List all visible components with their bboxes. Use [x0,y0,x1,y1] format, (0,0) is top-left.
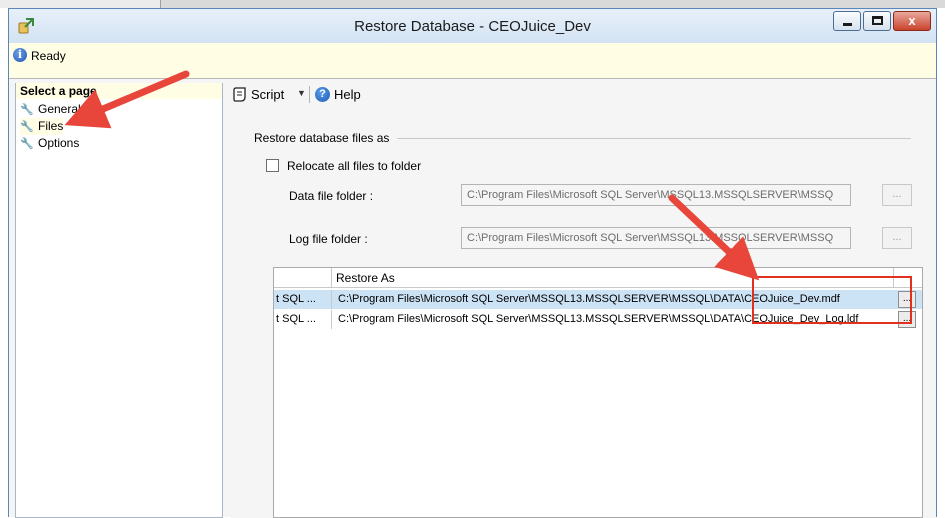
log-folder-label: Log file folder : [289,232,368,246]
close-icon: x [908,13,916,28]
page-item-label: General [38,102,81,116]
select-page-pane: Select a page 🔧 General 🔧 Files 🔧 Options [15,83,223,518]
data-folder-input[interactable]: C:\Program Files\Microsoft SQL Server\MS… [461,184,851,206]
page-item-label: Options [38,136,80,150]
background-strip [0,0,945,8]
toolbar: Script ▼ ? Help [231,83,936,107]
relocate-checkbox[interactable] [266,159,279,172]
status-text: Ready [31,49,66,63]
log-folder-input[interactable]: C:\Program Files\Microsoft SQL Server\MS… [461,227,851,249]
status-bar: i Ready [9,43,936,79]
title-bar[interactable]: Restore Database - CEOJuice_Dev x [9,9,936,43]
window-title: Restore Database - CEOJuice_Dev [354,18,591,35]
data-folder-label: Data file folder : [289,189,374,203]
toolbar-divider [309,86,310,103]
wrench-icon: 🔧 [20,138,34,150]
close-button[interactable]: x [893,11,931,31]
select-page-heading: Select a page [16,83,222,99]
original-file-cell: t SQL ... [274,290,332,309]
page-item-general[interactable]: 🔧 General [20,101,81,118]
minimize-button[interactable] [833,11,861,31]
column-header-original[interactable] [274,268,332,287]
chevron-down-icon[interactable]: ▼ [297,88,306,98]
help-icon[interactable]: ? [315,87,330,102]
original-file-cell: t SQL ... [274,310,332,329]
restore-database-window: Restore Database - CEOJuice_Dev x i Read… [8,8,937,518]
info-icon: i [13,48,27,62]
script-icon[interactable] [233,87,247,102]
background-tab [0,0,161,8]
wrench-icon: 🔧 [20,121,34,133]
script-button[interactable]: Script [251,87,284,102]
relocate-label[interactable]: Relocate all files to folder [287,159,421,173]
page-item-options[interactable]: 🔧 Options [20,135,79,152]
data-folder-browse-button[interactable]: ... [882,184,912,206]
page-item-files[interactable]: 🔧 Files [20,118,64,135]
maximize-button[interactable] [863,11,891,31]
wrench-icon: 🔧 [20,104,34,116]
log-folder-browse-button[interactable]: ... [882,227,912,249]
highlight-box-annotation [752,276,912,324]
minimize-icon [843,23,852,26]
page-item-label: Files [38,119,64,133]
help-button[interactable]: Help [334,87,361,102]
group-title: Restore database files as [254,131,398,145]
maximize-icon [872,16,883,25]
